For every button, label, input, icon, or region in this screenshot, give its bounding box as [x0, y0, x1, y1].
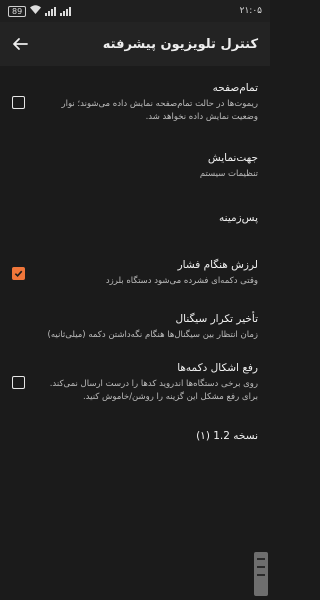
status-bar: 89 ۲۱:۰۵	[0, 0, 270, 22]
status-icons: 89	[8, 5, 72, 17]
setting-title: لرزش هنگام فشار	[177, 259, 258, 271]
setting-repeat-delay[interactable]: تأخیر تکرار سیگنال زمان انتظار بین سیگنا…	[0, 304, 270, 350]
vibrate-checkbox[interactable]	[12, 266, 25, 280]
setting-subtitle: روی برخی دستگاه‌ها اندروید کدها را درست …	[49, 378, 258, 402]
setting-title: تمام‌صفحه	[212, 81, 258, 94]
back-button[interactable]	[8, 32, 32, 56]
setting-button-fix[interactable]: رفع اشکال دکمه‌ها روی برخی دستگاه‌ها اند…	[0, 350, 270, 414]
setting-vibrate[interactable]: لرزش هنگام فشار وقتی دکمه‌ای فشرده می‌شو…	[0, 242, 270, 304]
button-fix-checkbox[interactable]	[12, 375, 25, 389]
setting-background[interactable]: پس‌زمینه	[0, 194, 270, 242]
setting-version: نسخه 1.2 (۱)	[0, 414, 270, 458]
setting-subtitle: تنظیمات سیستم	[199, 169, 258, 179]
version-label: نسخه 1.2 (۱)	[196, 429, 258, 442]
setting-fullscreen[interactable]: تمام‌صفحه ریموت‌ها در حالت تمام‌صفحه نما…	[0, 66, 270, 138]
signal-2-icon	[60, 6, 72, 16]
arrow-back-icon	[13, 38, 28, 50]
signal-icon	[45, 6, 57, 16]
setting-title: رفع اشکال دکمه‌ها	[177, 361, 258, 374]
scroll-handle[interactable]	[254, 552, 268, 596]
setting-subtitle: ریموت‌ها در حالت تمام‌صفحه نمایش داده می…	[61, 98, 259, 122]
page-title: کنترل تلویزیون پیشرفته	[102, 36, 258, 52]
settings-list: تمام‌صفحه ریموت‌ها در حالت تمام‌صفحه نما…	[0, 66, 270, 458]
battery-icon: 89	[8, 5, 27, 17]
setting-subtitle: وقتی دکمه‌ای فشرده می‌شود دستگاه بلرزد	[105, 276, 258, 286]
setting-title: تأخیر تکرار سیگنال	[175, 313, 258, 325]
check-icon	[14, 270, 23, 277]
status-time: ۲۱:۰۵	[239, 6, 262, 16]
setting-subtitle: زمان انتظار بین سیگنال‌ها هنگام نگه‌داشت…	[47, 330, 258, 340]
setting-title: پس‌زمینه	[219, 211, 258, 224]
setting-title: جهت‌نمایش	[207, 152, 258, 164]
fullscreen-checkbox[interactable]	[12, 95, 25, 109]
app-bar: کنترل تلویزیون پیشرفته	[0, 22, 270, 66]
wifi-icon	[30, 5, 42, 17]
setting-orientation[interactable]: جهت‌نمایش تنظیمات سیستم	[0, 138, 270, 194]
